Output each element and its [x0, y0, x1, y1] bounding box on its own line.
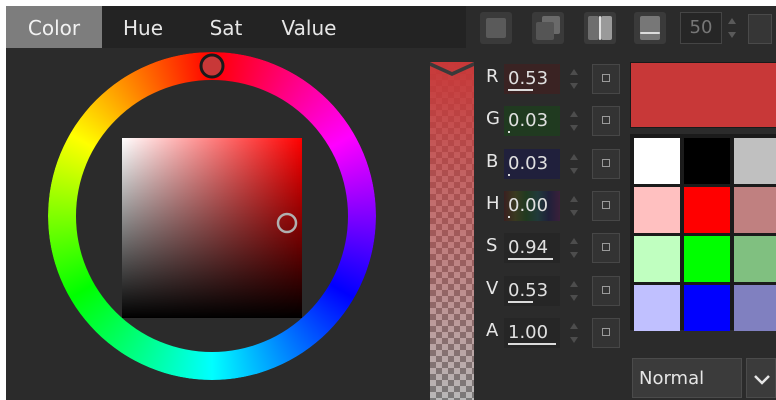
channel-b-input[interactable]: 0.03	[504, 148, 560, 179]
channel-h-input[interactable]: 0.00	[504, 190, 560, 221]
channel-label: G	[486, 108, 500, 130]
channel-level-bar	[508, 131, 510, 134]
channel-spinner[interactable]	[566, 106, 582, 136]
blend-mode-select[interactable]: Normal	[632, 358, 742, 398]
channel-r-input[interactable]: 0.53	[504, 64, 560, 94]
tab-hue[interactable]: Hue	[110, 6, 176, 48]
channel-label: S	[486, 235, 498, 257]
swatch[interactable]	[634, 187, 680, 233]
size-input[interactable]: 50	[680, 12, 722, 44]
channel-level-bar	[508, 173, 510, 176]
color-wheel[interactable]	[6, 48, 422, 400]
tab-sat[interactable]: Sat	[194, 6, 258, 48]
channel-row-a: A 1.00	[482, 316, 622, 350]
channel-value: 1.00	[508, 321, 549, 343]
swatch[interactable]	[734, 138, 776, 184]
channel-row-s: S 0.94	[482, 231, 622, 265]
channel-s-input[interactable]: 0.94	[504, 233, 560, 264]
mode-solid-icon[interactable]	[480, 12, 512, 44]
channel-label: A	[486, 319, 499, 341]
mode-gradient-icon[interactable]	[634, 12, 666, 44]
swatch[interactable]	[684, 138, 730, 184]
swatch[interactable]	[734, 236, 776, 282]
channel-a-input[interactable]: 1.00	[504, 317, 560, 348]
channel-value: 0.03	[508, 110, 549, 132]
reset-icon	[602, 243, 610, 252]
swatch-palette	[630, 134, 776, 331]
current-color-swatch	[630, 62, 776, 128]
color-picker-panel: Color Hue Sat Value 50 R 0.53 G 0.03 B 0…	[6, 6, 776, 400]
swatch[interactable]	[634, 138, 680, 184]
reset-icon	[602, 200, 610, 209]
swatch[interactable]	[734, 187, 776, 233]
toolbar: 50	[472, 6, 776, 48]
size-spinner[interactable]	[724, 12, 740, 44]
channel-value: 0.00	[508, 194, 549, 216]
swatch[interactable]	[634, 285, 680, 331]
channel-value: 0.94	[508, 237, 549, 259]
channel-row-g: G 0.03	[482, 104, 622, 138]
swatch[interactable]	[734, 285, 776, 331]
channel-row-r: R 0.53	[482, 62, 622, 96]
channel-spinner[interactable]	[566, 149, 582, 179]
saturation-value-square[interactable]	[122, 138, 302, 318]
tab-color[interactable]: Color	[6, 6, 102, 48]
channel-label: B	[486, 150, 499, 172]
tab-value[interactable]: Value	[272, 6, 346, 48]
swatch[interactable]	[634, 236, 680, 282]
channel-value: 0.53	[508, 68, 549, 89]
channel-value: 0.53	[508, 279, 549, 301]
color-wheel-area[interactable]	[6, 48, 422, 400]
channel-reset-button[interactable]	[592, 148, 620, 179]
channel-reset-button[interactable]	[592, 233, 620, 264]
tab-bar: Color Hue Sat Value	[6, 6, 466, 48]
swatch[interactable]	[684, 285, 730, 331]
swatch[interactable]	[684, 236, 730, 282]
reset-icon	[602, 327, 610, 336]
alpha-slider[interactable]	[430, 62, 474, 400]
swatch[interactable]	[684, 187, 730, 233]
channel-reset-button[interactable]	[592, 317, 620, 348]
channel-level-bar	[508, 89, 533, 91]
hue-handle[interactable]	[199, 53, 225, 79]
channel-v-input[interactable]: 0.53	[504, 275, 560, 306]
channel-reset-button[interactable]	[592, 275, 620, 306]
channel-row-v: V 0.53	[482, 274, 622, 308]
channel-level-bar	[508, 342, 556, 345]
chevron-down-icon[interactable]	[746, 358, 776, 398]
reset-icon	[602, 158, 610, 167]
channel-label: V	[486, 277, 499, 299]
channel-row-b: B 0.03	[482, 147, 622, 181]
reset-icon	[602, 74, 610, 82]
channel-row-h: H 0.00	[482, 189, 622, 223]
channel-level-bar	[508, 215, 510, 218]
channel-level-bar	[508, 300, 533, 303]
channel-label: R	[486, 66, 499, 87]
channel-value: 0.03	[508, 152, 549, 174]
mode-layered-icon[interactable]	[532, 12, 564, 44]
channel-reset-button[interactable]	[592, 64, 620, 94]
reset-icon	[602, 285, 610, 294]
channel-reset-button[interactable]	[592, 106, 620, 137]
size-reset-button[interactable]	[748, 14, 772, 44]
channel-spinner[interactable]	[566, 64, 582, 94]
mode-split-icon[interactable]	[584, 12, 616, 44]
channel-g-input[interactable]: 0.03	[504, 106, 560, 137]
reset-icon	[602, 116, 610, 125]
channel-spinner[interactable]	[566, 276, 582, 306]
channel-spinner[interactable]	[566, 233, 582, 263]
channel-label: H	[486, 192, 500, 214]
channel-spinner[interactable]	[566, 318, 582, 348]
channel-level-bar	[508, 258, 553, 261]
channel-spinner[interactable]	[566, 191, 582, 221]
channel-reset-button[interactable]	[592, 190, 620, 221]
